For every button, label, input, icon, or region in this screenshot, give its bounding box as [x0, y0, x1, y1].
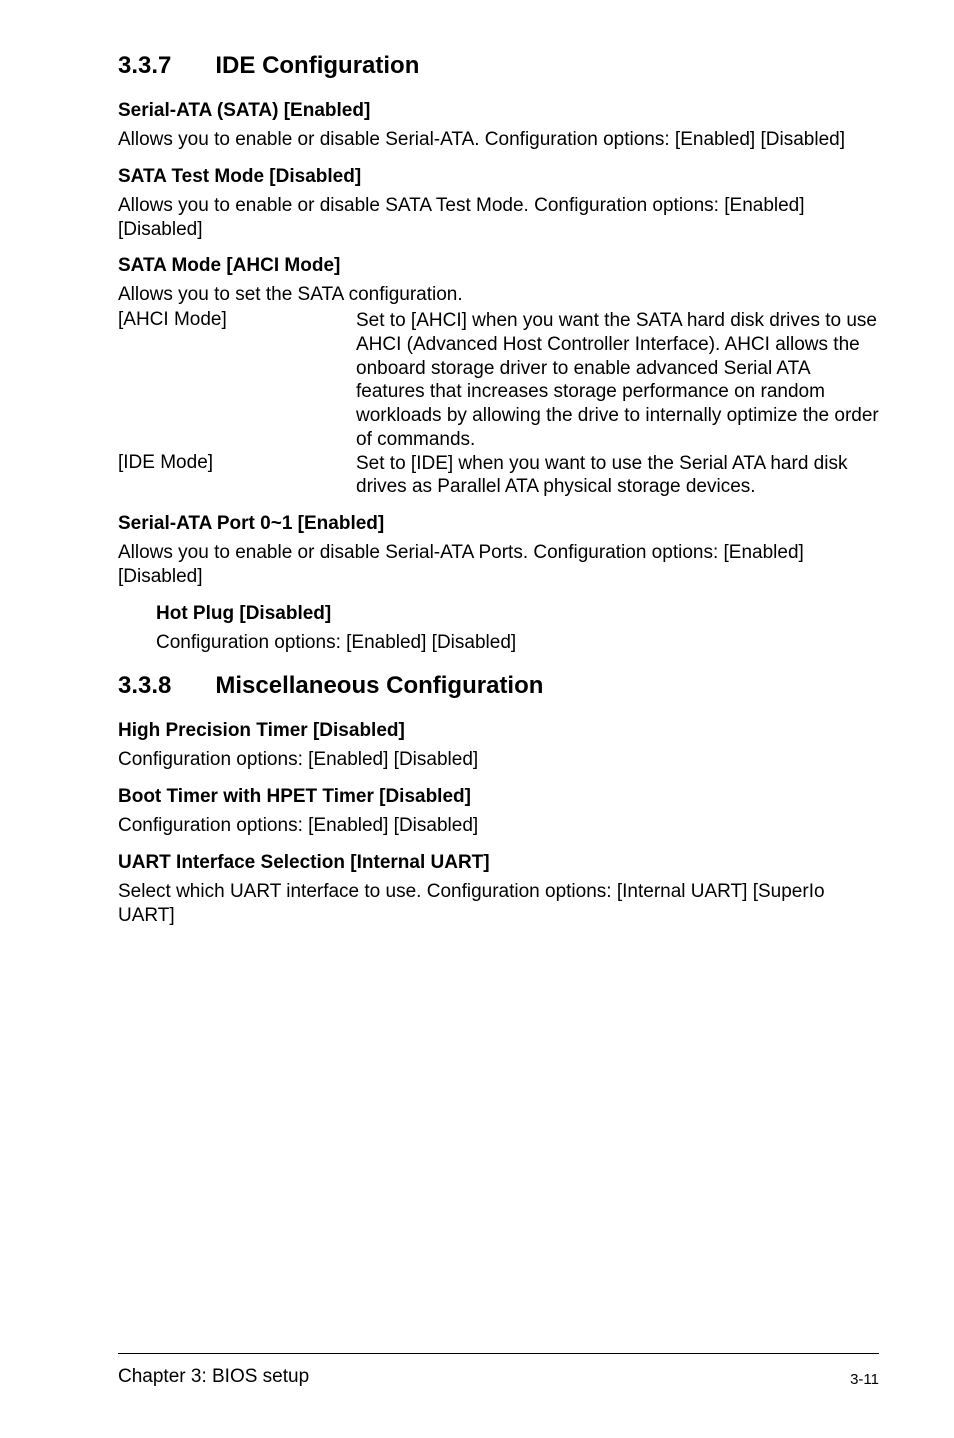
- section-title: IDE Configuration: [215, 52, 419, 79]
- table-row: [IDE Mode] Set to [IDE] when you want to…: [118, 452, 879, 500]
- heading-boot-hpet: Boot Timer with HPET Timer [Disabled]: [118, 786, 879, 808]
- heading-port01: Serial-ATA Port 0~1 [Enabled]: [118, 513, 879, 535]
- section-heading-338: 3.3.8 Miscellaneous Configuration: [118, 672, 879, 700]
- footer-left: Chapter 3: BIOS setup: [118, 1366, 309, 1388]
- footer-right: 3-11: [850, 1371, 879, 1388]
- text-port01: Allows you to enable or disable Serial-A…: [118, 541, 879, 589]
- section-num: 3.3.7: [118, 52, 171, 80]
- footer: Chapter 3: BIOS setup 3-11: [118, 1353, 879, 1388]
- mode-term-ide: [IDE Mode]: [118, 452, 356, 474]
- mode-desc-ide: Set to [IDE] when you want to use the Se…: [356, 452, 879, 500]
- heading-sata-test: SATA Test Mode [Disabled]: [118, 166, 879, 188]
- heading-sata-mode: SATA Mode [AHCI Mode]: [118, 255, 879, 277]
- text-boot-hpet: Configuration options: [Enabled] [Disabl…: [118, 814, 879, 838]
- heading-uart: UART Interface Selection [Internal UART]: [118, 852, 879, 874]
- text-hpt: Configuration options: [Enabled] [Disabl…: [118, 748, 879, 772]
- text-uart: Select which UART interface to use. Conf…: [118, 880, 879, 928]
- mode-desc-ahci: Set to [AHCI] when you want the SATA har…: [356, 309, 879, 452]
- table-row: [AHCI Mode] Set to [AHCI] when you want …: [118, 309, 879, 452]
- mode-term-ahci: [AHCI Mode]: [118, 309, 356, 331]
- footer-rule: [118, 1353, 879, 1354]
- text-hotplug: Configuration options: [Enabled] [Disabl…: [156, 631, 879, 655]
- heading-hotplug: Hot Plug [Disabled]: [156, 603, 879, 625]
- heading-serial-ata: Serial-ATA (SATA) [Enabled]: [118, 100, 879, 122]
- heading-hpt: High Precision Timer [Disabled]: [118, 720, 879, 742]
- section-num: 3.3.8: [118, 672, 171, 700]
- sata-mode-table: [AHCI Mode] Set to [AHCI] when you want …: [118, 309, 879, 499]
- text-sata-mode-intro: Allows you to set the SATA configuration…: [118, 283, 879, 307]
- text-sata-test: Allows you to enable or disable SATA Tes…: [118, 194, 879, 242]
- section-heading-337: 3.3.7 IDE Configuration: [118, 52, 879, 80]
- text-serial-ata: Allows you to enable or disable Serial-A…: [118, 128, 879, 152]
- section-title: Miscellaneous Configuration: [215, 672, 543, 699]
